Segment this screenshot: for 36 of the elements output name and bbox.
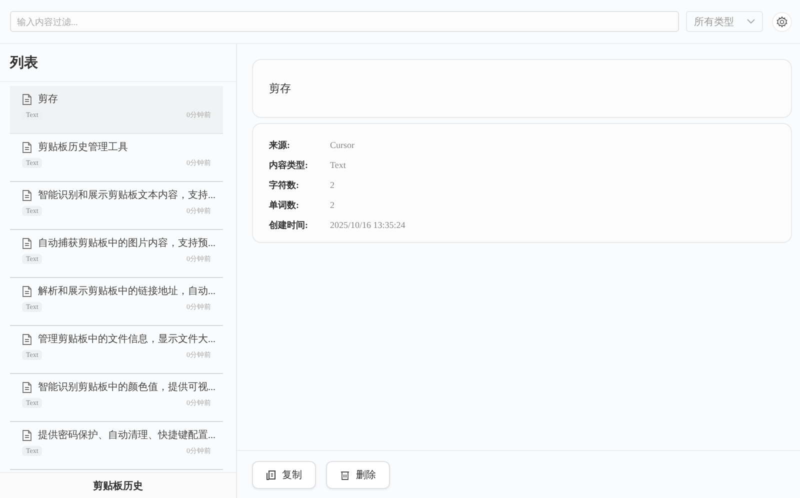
chevron-down-icon [747, 19, 755, 24]
document-icon [22, 94, 32, 104]
info-value: Cursor [330, 140, 354, 150]
copy-button[interactable]: 复制 [252, 460, 316, 488]
info-value: 2025/10/16 13:35:24 [330, 220, 406, 230]
item-text: 智能识别和展示剪贴板文本内容，支持... [38, 188, 216, 202]
item-text: 智能识别剪贴板中的颜色值，提供可视... [38, 380, 216, 394]
document-icon [22, 286, 32, 296]
info-label: 内容类型: [269, 158, 308, 172]
info-label: 字符数: [269, 178, 299, 192]
document-icon [22, 142, 32, 152]
settings-button[interactable] [772, 12, 792, 32]
item-text: 剪贴板历史管理工具 [38, 140, 128, 154]
document-icon [22, 238, 32, 248]
info-label: 创建时间: [269, 218, 308, 232]
settings-icon [776, 16, 788, 28]
info-value: 2 [330, 180, 334, 190]
copy-icon [266, 470, 276, 480]
item-text: 剪存 [38, 92, 58, 106]
item-text: 提供密码保护、自动清理、快捷键配置... [38, 428, 216, 442]
info-value: Text [330, 160, 346, 170]
content-card: 剪存 [252, 59, 792, 118]
document-icon [22, 382, 32, 392]
item-text: 自动捕获剪贴板中的图片内容，支持预... [38, 236, 216, 250]
list-title: 列表 [0, 44, 236, 82]
item-text: 解析和展示剪贴板中的链接地址，自动... [38, 284, 216, 298]
document-icon [22, 190, 32, 200]
trash-icon [340, 470, 350, 480]
info-value: 2 [330, 200, 334, 210]
info-label: 来源: [269, 138, 290, 152]
delete-button[interactable]: 删除 [326, 460, 390, 488]
item-text: 管理剪贴板中的文件信息，显示文件大... [38, 332, 216, 346]
info-label: 单词数: [269, 198, 299, 212]
search-field[interactable]: 输入内容过滤... [10, 11, 679, 32]
document-icon [22, 334, 32, 344]
document-icon [22, 430, 32, 440]
